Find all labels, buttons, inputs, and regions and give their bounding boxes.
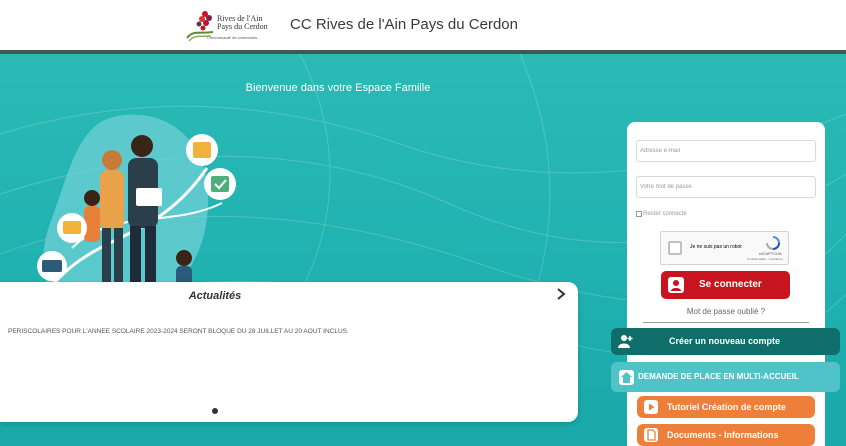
- email-field[interactable]: [636, 140, 816, 162]
- news-card: Actualités PERISCOLAIRES POUR L'ANNEE SC…: [0, 282, 578, 422]
- login-button[interactable]: Se connecter: [661, 271, 790, 299]
- news-title: Actualités: [188, 290, 242, 302]
- multi-accueil-label: DEMANDE DE PLACE EN MULTI-ACCUEIL: [638, 372, 799, 381]
- create-account-button[interactable]: Créer un nouveau compte: [611, 328, 840, 355]
- remember-label: Rester connecté: [643, 211, 687, 217]
- recaptcha-links[interactable]: Confidentialité - Conditions: [747, 257, 783, 261]
- home-icon: [619, 370, 634, 385]
- checkbox-icon[interactable]: [636, 211, 642, 217]
- news-text: PERISCOLAIRES POUR L'ANNEE SCOLAIRE 2023…: [8, 328, 349, 335]
- remember-checkbox[interactable]: Rester connecté: [636, 211, 687, 217]
- user-icon: [668, 277, 684, 293]
- page-title: CC Rives de l'Ain Pays du Cerdon: [290, 16, 518, 33]
- carousel-dot[interactable]: [212, 408, 218, 414]
- recaptcha-widget: Je ne suis pas un robot reCAPTCHA Confid…: [660, 231, 789, 265]
- video-play-icon: [644, 400, 658, 414]
- recaptcha-label: Je ne suis pas un robot: [690, 244, 742, 250]
- welcome-message: Bienvenue dans votre Espace Famille: [245, 82, 431, 94]
- divider: [643, 322, 809, 323]
- chevron-right-icon[interactable]: [556, 287, 566, 303]
- logo-text-line2: Pays du Cerdon: [217, 22, 268, 31]
- pdf-icon: [644, 428, 658, 442]
- logo[interactable]: Rives de l'Ain Pays du Cerdon Communauté…: [185, 8, 273, 44]
- logo-subtitle: Communauté de communes: [207, 35, 258, 40]
- forgot-password-link[interactable]: Mot de passe oublié ?: [627, 307, 825, 316]
- recaptcha-logo-icon: [766, 236, 780, 250]
- tutorial-button[interactable]: Tutoriel Création de compte: [637, 396, 815, 418]
- password-field[interactable]: [636, 176, 816, 198]
- documents-label: Documents - Informations: [667, 430, 779, 440]
- add-user-icon: [618, 335, 633, 348]
- recaptcha-brand: reCAPTCHA: [759, 251, 782, 256]
- recaptcha-checkbox[interactable]: [668, 241, 682, 255]
- documents-button[interactable]: Documents - Informations: [637, 424, 815, 446]
- header: Rives de l'Ain Pays du Cerdon Communauté…: [0, 0, 846, 52]
- login-button-label: Se connecter: [699, 279, 762, 290]
- create-account-label: Créer un nouveau compte: [669, 336, 781, 346]
- multi-accueil-button[interactable]: DEMANDE DE PLACE EN MULTI-ACCUEIL: [611, 362, 840, 392]
- tutorial-label: Tutoriel Création de compte: [667, 402, 786, 412]
